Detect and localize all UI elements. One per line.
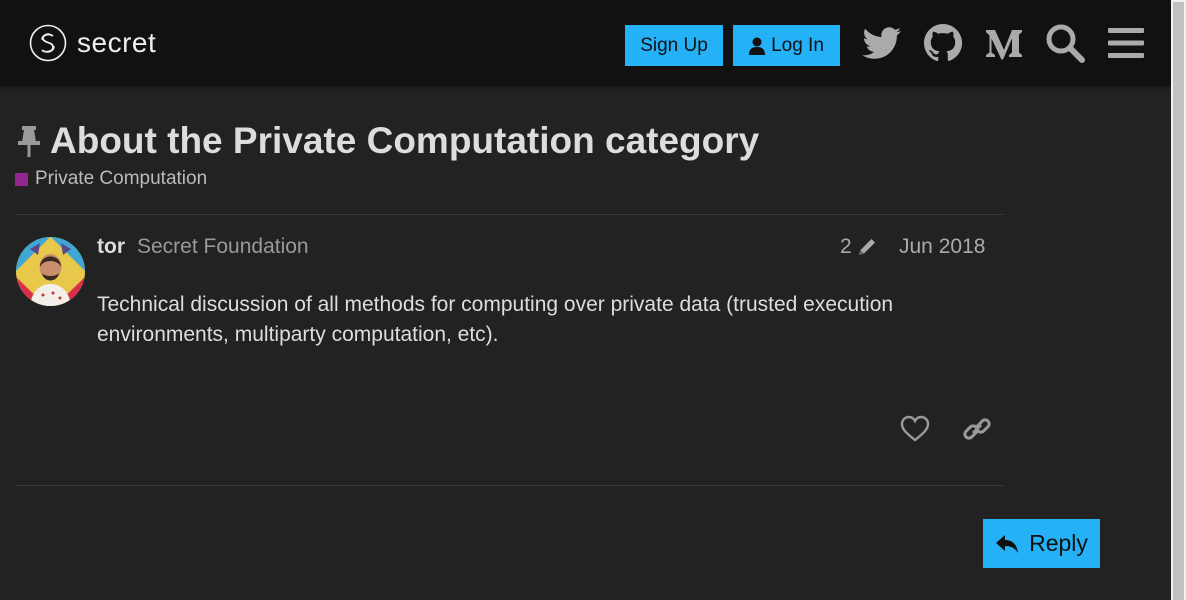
category-color-swatch bbox=[15, 172, 28, 186]
logo-text: secret bbox=[77, 27, 157, 58]
twitter-icon[interactable] bbox=[861, 22, 903, 64]
page-title[interactable]: About the Private Computation category bbox=[50, 120, 759, 162]
search-icon[interactable] bbox=[1044, 22, 1086, 64]
share-link-icon[interactable] bbox=[962, 414, 992, 444]
site-header: secret Sign Up Log In bbox=[0, 0, 1171, 86]
pencil-icon bbox=[858, 239, 875, 255]
secret-logo-icon bbox=[29, 24, 67, 62]
github-icon[interactable] bbox=[922, 22, 964, 64]
topic-title-row: About the Private Computation category bbox=[16, 120, 759, 162]
post-username[interactable]: tor bbox=[97, 235, 125, 259]
medium-icon[interactable] bbox=[983, 22, 1025, 64]
reply-label: Reply bbox=[1029, 530, 1088, 556]
category-label: Private Computation bbox=[35, 168, 208, 189]
avatar-image bbox=[16, 237, 85, 306]
log-in-button[interactable]: Log In bbox=[733, 25, 840, 66]
divider-top bbox=[16, 214, 1004, 215]
category-badge[interactable]: Private Computation bbox=[15, 168, 207, 190]
divider-bottom bbox=[16, 485, 1004, 486]
sign-up-button[interactable]: Sign Up bbox=[625, 25, 723, 66]
like-heart-icon[interactable] bbox=[900, 414, 930, 444]
site-logo[interactable]: secret bbox=[29, 24, 156, 62]
post-body: Technical discussion of all methods for … bbox=[97, 293, 894, 346]
post-date[interactable]: Jun 2018 bbox=[899, 235, 985, 259]
sign-up-label: Sign Up bbox=[640, 34, 708, 56]
avatar[interactable] bbox=[16, 237, 85, 306]
user-icon bbox=[749, 37, 766, 55]
post-user-title: Secret Foundation bbox=[137, 235, 309, 258]
log-in-label: Log In bbox=[771, 34, 824, 56]
reply-arrow-icon bbox=[996, 534, 1019, 553]
pin-icon bbox=[18, 126, 40, 157]
edit-history-button[interactable]: 2 bbox=[840, 235, 878, 259]
reply-button[interactable]: Reply bbox=[983, 519, 1100, 568]
hamburger-menu-icon[interactable] bbox=[1105, 22, 1147, 64]
scrollbar-thumb[interactable] bbox=[1173, 2, 1184, 600]
edit-count: 2 bbox=[840, 235, 852, 258]
